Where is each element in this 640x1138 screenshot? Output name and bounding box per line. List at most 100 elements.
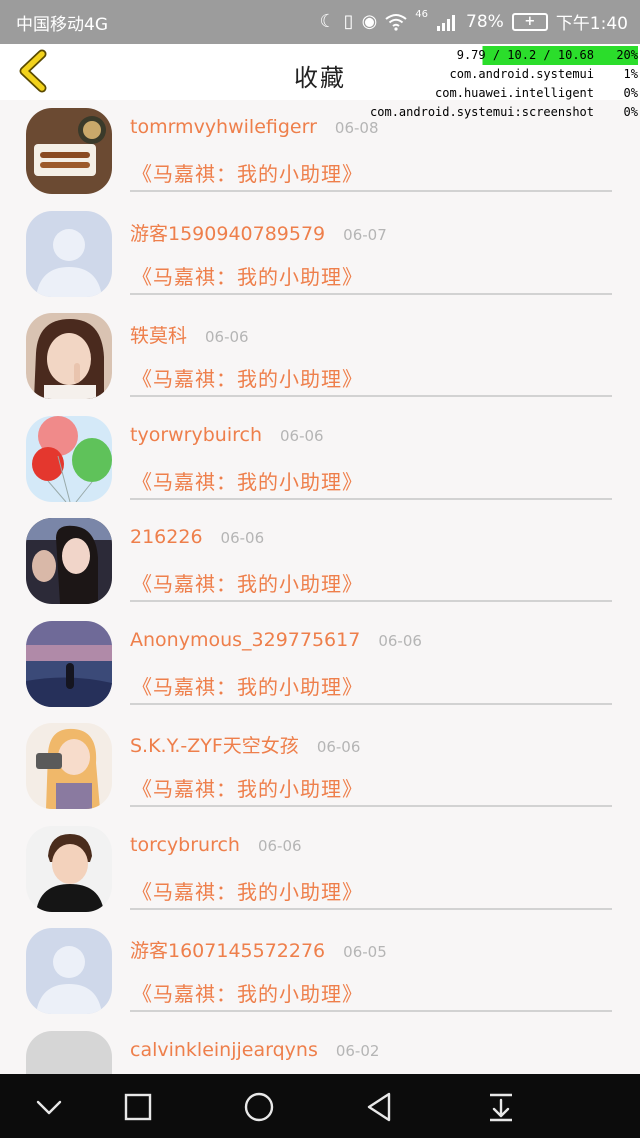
couple-photo-icon [26,518,112,604]
name-row: 轶莫科 06-06 [130,321,249,348]
favorites-list[interactable]: tomrmvyhwilefigerr 06-08 《马嘉祺：我的小助理》 游客1… [0,100,640,1074]
story-title[interactable]: 《马嘉祺：我的小助理》 [132,466,363,495]
user-name[interactable]: tomrmvyhwilefigerr [130,116,317,138]
name-row: 216226 06-06 [130,526,264,548]
clock: 下午1:40 [555,14,628,34]
user-name[interactable]: S.K.Y.-ZYF天空女孩 [130,731,299,758]
avatar[interactable] [26,518,112,604]
list-item[interactable]: tyorwrybuirch 06-06 《马嘉祺：我的小助理》 [0,408,640,511]
name-row: 游客1607145572276 06-05 [130,936,387,963]
carrier-label: 中国移动4G [16,15,108,35]
divider [130,395,612,397]
default-user-icon [26,210,112,297]
story-title[interactable]: 《马嘉祺：我的小助理》 [132,363,363,392]
avatar[interactable] [26,415,112,502]
avatar[interactable] [26,1030,112,1074]
item-date: 06-08 [334,119,379,137]
list-item[interactable]: torcybrurch 06-06 《马嘉祺：我的小助理》 [0,818,640,921]
user-name[interactable]: torcybrurch [130,834,240,856]
user-name[interactable]: tyorwrybuirch [130,424,262,446]
divider [130,907,612,910]
avatar[interactable] [26,620,112,707]
avatar[interactable] [26,108,112,194]
divider [130,600,612,602]
signal-icon [437,14,456,31]
divider [130,702,612,705]
item-date: 06-07 [343,225,387,244]
list-item[interactable]: 游客1607145572276 06-05 《马嘉祺：我的小助理》 [0,920,640,1023]
name-row: tyorwrybuirch 06-06 [130,424,324,446]
notification-pull-icon[interactable] [484,1090,518,1124]
back-icon[interactable] [363,1090,397,1124]
divider [130,805,612,807]
story-title[interactable]: 《马嘉祺：我的小助理》 [132,773,363,802]
divider [130,1010,612,1012]
avatar[interactable] [26,825,112,912]
list-item[interactable]: calvinkleinjjearqyns 06-02 [0,1023,640,1074]
story-title[interactable]: 《马嘉祺：我的小助理》 [132,978,363,1007]
chevron-down-icon[interactable] [32,1090,66,1124]
list-item[interactable]: 游客1590940789579 06-07 《马嘉祺：我的小助理》 [0,203,640,306]
divider [130,497,612,500]
user-name[interactable]: 216226 [130,526,203,548]
vibrate-icon: ▯ [343,10,354,32]
story-title[interactable]: 《马嘉祺：我的小助理》 [132,568,363,597]
story-title[interactable]: 《马嘉祺：我的小助理》 [132,671,363,700]
list-item[interactable]: Anonymous_329775617 06-06 《马嘉祺：我的小助理》 [0,613,640,716]
list-item[interactable]: 轶莫科 06-06 《马嘉祺：我的小助理》 [0,305,640,408]
wifi-icon [385,13,407,31]
divider [130,190,612,192]
network-type-label: 46 [415,9,429,20]
story-title[interactable]: 《马嘉祺：我的小助理》 [132,261,363,290]
home-icon[interactable] [242,1090,276,1124]
girl-portrait-icon [26,313,112,399]
system-nav-bar [0,1074,640,1138]
user-name[interactable]: 游客1607145572276 [130,936,325,963]
name-row: torcybrurch 06-06 [130,834,302,856]
name-row: Anonymous_329775617 06-06 [130,629,422,651]
name-row: tomrmvyhwilefigerr 06-08 [130,116,379,138]
balloons-icon [26,415,112,502]
story-title[interactable]: 《马嘉祺：我的小助理》 [132,876,363,905]
list-item[interactable]: tomrmvyhwilefigerr 06-08 《马嘉祺：我的小助理》 [0,100,640,203]
user-name[interactable]: 游客1590940789579 [130,219,325,246]
overlay-process-name: com.android.systemui [449,67,595,81]
sea-sunset-icon [26,620,112,707]
text-image-icon [26,1030,112,1074]
name-row: calvinkleinjjearqyns 06-02 [130,1039,379,1061]
item-date: 06-06 [316,738,361,756]
recent-apps-icon[interactable] [121,1090,155,1124]
status-icons: ☾ ▯ ◉ 46 78% + 下午1:40 [319,9,628,35]
overlay-process-pct: 1% [623,67,638,81]
story-title[interactable]: 《马嘉祺：我的小助理》 [132,158,363,187]
moon-icon: ☾ [319,10,336,32]
avatar[interactable] [26,313,112,399]
food-photo-icon [26,108,112,194]
anime-girl-camera-icon [26,723,112,809]
default-user-icon [26,928,112,1014]
item-date: 06-02 [335,1041,380,1060]
user-name[interactable]: calvinkleinjjearqyns [130,1039,318,1061]
item-date: 06-06 [280,426,324,445]
item-date: 06-06 [220,529,265,547]
battery-percent: 78% [466,11,504,32]
list-item[interactable]: 216226 06-06 《马嘉祺：我的小助理》 [0,510,640,613]
overlay-stats-row: 9.79 / 10.2 / 10.68 20% [370,46,638,65]
battery-charging-icon: + [511,12,548,31]
name-row: 游客1590940789579 06-07 [130,219,387,246]
divider [130,292,612,295]
item-date: 06-05 [343,943,387,961]
avatar[interactable] [26,723,112,809]
list-item[interactable]: S.K.Y.-ZYF天空女孩 06-06 《马嘉祺：我的小助理》 [0,715,640,818]
overlay-total-pct: 20% [616,48,638,62]
item-date: 06-06 [205,328,249,346]
overlay-row: com.android.systemui 1% [370,65,639,84]
user-name[interactable]: Anonymous_329775617 [130,629,360,651]
status-bar: 中国移动4G ☾ ▯ ◉ 46 78% + 下午1:40 [0,0,640,44]
avatar[interactable] [26,210,112,297]
name-row: S.K.Y.-ZYF天空女孩 06-06 [130,731,360,758]
user-name[interactable]: 轶莫科 [130,321,187,348]
eye-icon: ◉ [361,10,378,32]
boy-portrait-icon [26,825,112,912]
avatar[interactable] [26,928,112,1014]
